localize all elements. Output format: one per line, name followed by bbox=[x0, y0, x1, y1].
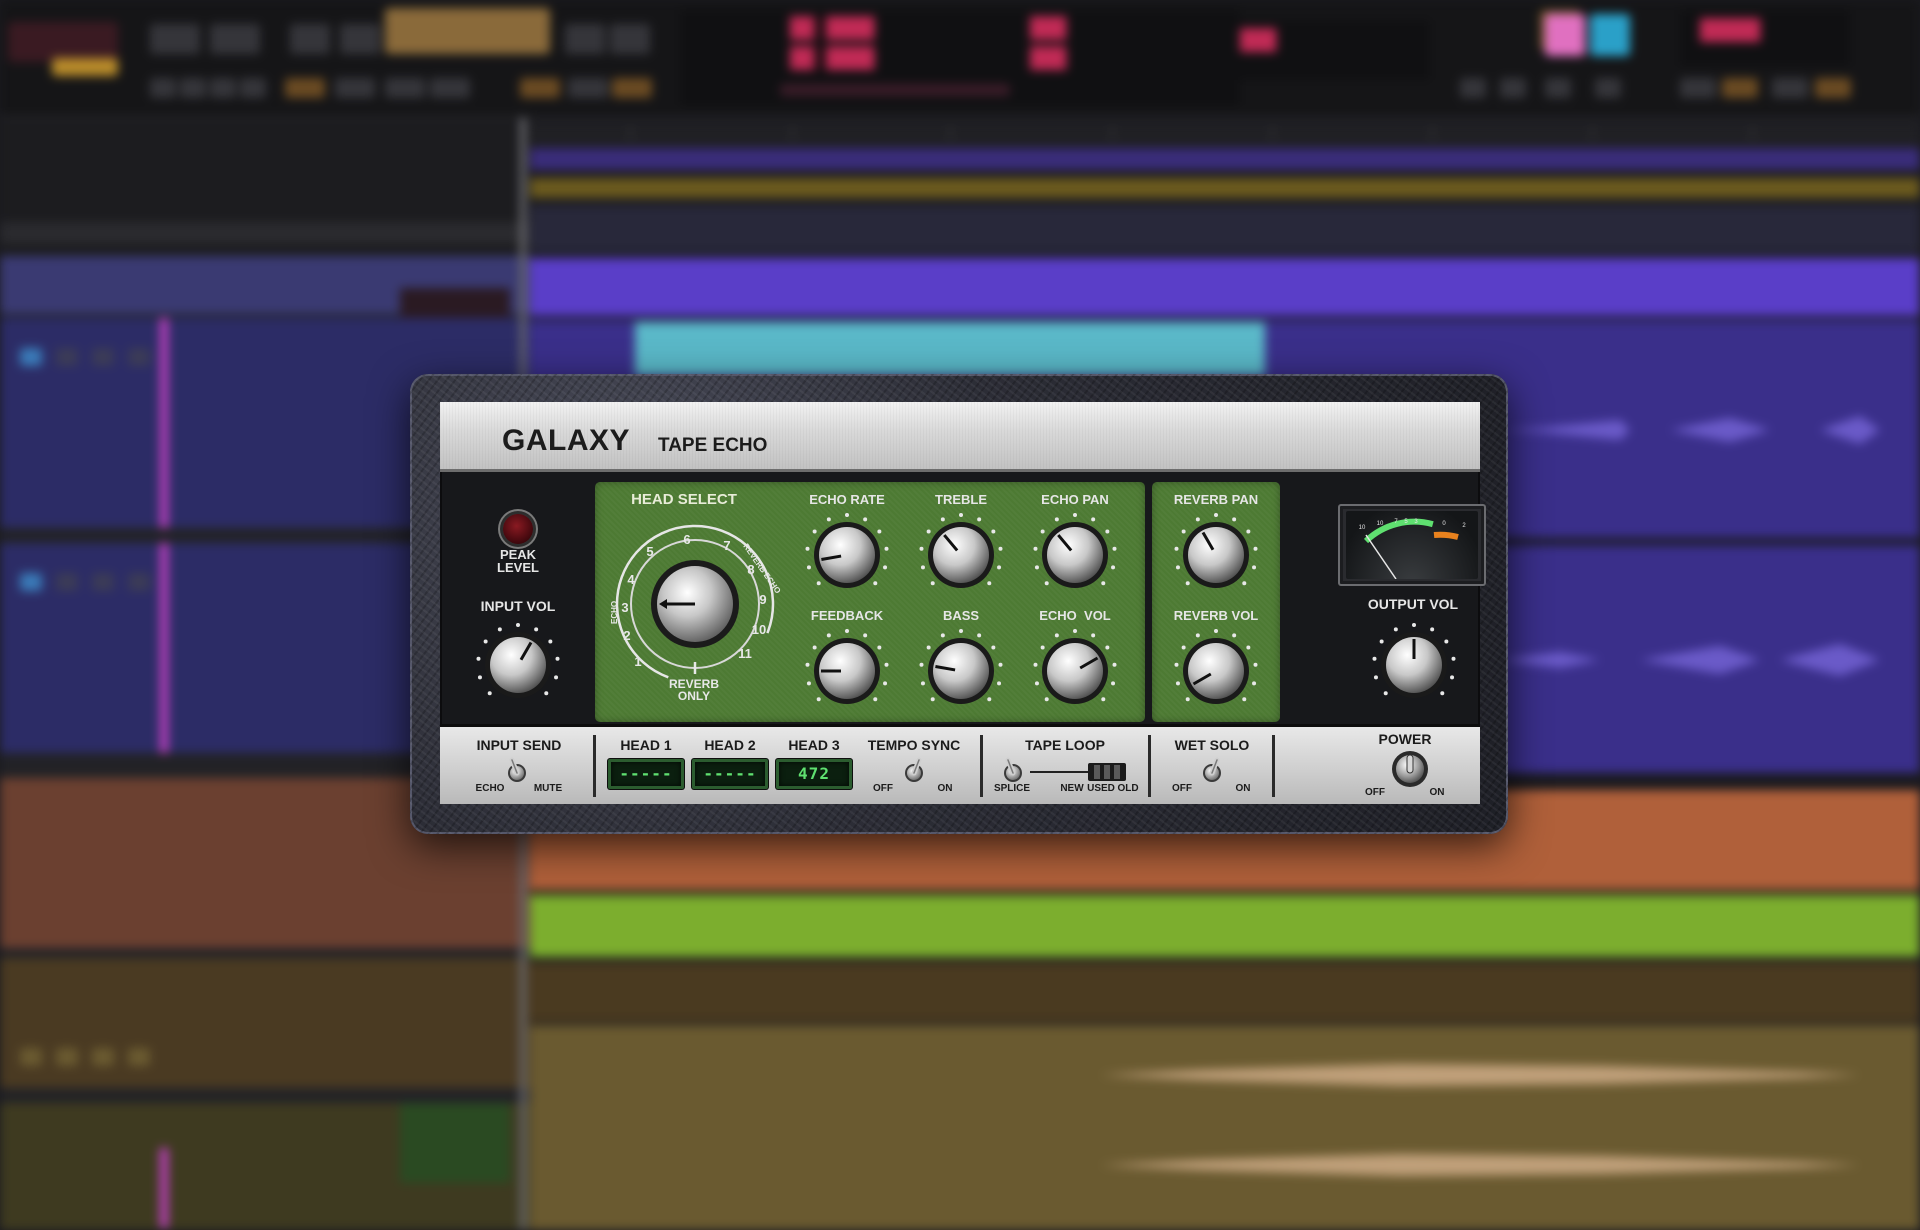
power-on-label: ON bbox=[1429, 787, 1445, 798]
treble-label: TREBLE bbox=[935, 492, 987, 507]
tape-loop-label: TAPE LOOP bbox=[1025, 737, 1105, 753]
timeline-ruler bbox=[530, 122, 1920, 144]
tape-loop-selector[interactable] bbox=[1030, 761, 1130, 783]
head2-display[interactable]: ----- bbox=[692, 759, 768, 789]
head-select-number: 4 bbox=[627, 572, 635, 587]
head1-display[interactable]: ----- bbox=[608, 759, 684, 789]
echo-rate-knob[interactable] bbox=[802, 510, 892, 600]
wet-solo-toggle[interactable] bbox=[1199, 755, 1225, 785]
head-select-label: HEAD SELECT bbox=[631, 491, 737, 508]
brand-subtitle: TAPE ECHO bbox=[658, 435, 768, 456]
reverb-vol-label: REVERB VOL bbox=[1173, 608, 1259, 623]
tape-old-label: OLD bbox=[1117, 783, 1139, 794]
head-select-number: 7 bbox=[723, 538, 730, 553]
head-select-number: 11 bbox=[738, 646, 752, 661]
bass-knob[interactable] bbox=[916, 626, 1006, 716]
svg-text:10: 10 bbox=[1377, 521, 1384, 527]
galaxy-tape-echo-plugin: GALAXY TAPE ECHO PEAK LEVEL INPUT VOL HE… bbox=[410, 374, 1508, 834]
treble-knob[interactable] bbox=[916, 510, 1006, 600]
tempo-sync-on-label: ON bbox=[937, 783, 953, 794]
head-select-number: 3 bbox=[621, 600, 628, 615]
reverb-only-label: REVERB ONLY bbox=[668, 677, 719, 703]
daw-toolbar: ██ ████ ██ ████ ███ ███ ███ █████ bbox=[0, 0, 1920, 118]
head-select-number: 10 bbox=[752, 622, 766, 637]
reverb-vol-knob[interactable] bbox=[1171, 626, 1261, 716]
head-select-number: 9 bbox=[759, 592, 766, 607]
echo-pan-label: ECHO PAN bbox=[1041, 492, 1109, 507]
svg-text:2: 2 bbox=[1462, 523, 1466, 529]
echo-pan-knob[interactable] bbox=[1030, 510, 1120, 600]
vu-meter: 10 10 7 5 3 0 2 bbox=[1338, 504, 1486, 586]
peak-level-label: PEAK LEVEL bbox=[497, 547, 539, 575]
tempo-sync-label: TEMPO SYNC bbox=[867, 737, 961, 753]
head-select-echo-label: ECHO bbox=[610, 601, 619, 624]
bass-label: BASS bbox=[942, 608, 980, 623]
input-vol-label: INPUT VOL bbox=[480, 598, 556, 614]
head3-display[interactable]: 472 bbox=[776, 759, 852, 789]
tape-new-label: NEW bbox=[1060, 783, 1084, 794]
feedback-knob[interactable] bbox=[802, 626, 892, 716]
bottom-control-strip: INPUT SEND ECHO MUTE HEAD 1 HEAD 2 HEAD … bbox=[440, 724, 1480, 804]
tape-used-label: USED bbox=[1087, 783, 1115, 794]
head2-label: HEAD 2 bbox=[704, 737, 756, 753]
plugin-faceplate: GALAXY TAPE ECHO PEAK LEVEL INPUT VOL HE… bbox=[440, 402, 1486, 804]
head-select-number: 6 bbox=[683, 532, 690, 547]
input-send-label: INPUT SEND bbox=[476, 737, 562, 753]
brand-name: GALAXY bbox=[502, 424, 631, 457]
reverb-pan-knob[interactable] bbox=[1171, 510, 1261, 600]
peak-level-led bbox=[503, 514, 533, 544]
input-vol-knob[interactable] bbox=[473, 620, 563, 710]
head-select-number: 2 bbox=[623, 628, 630, 643]
input-send-echo-label: ECHO bbox=[475, 783, 505, 794]
head3-label: HEAD 3 bbox=[788, 737, 840, 753]
head-select-number: 1 bbox=[634, 654, 641, 669]
vu-needle bbox=[1365, 534, 1397, 580]
tempo-sync-toggle[interactable] bbox=[901, 755, 927, 785]
head1-label: HEAD 1 bbox=[620, 737, 672, 753]
echo-vol-label: ECHO VOL bbox=[1039, 608, 1111, 623]
power-label: POWER bbox=[1378, 731, 1432, 747]
power-off-label: OFF bbox=[1365, 787, 1385, 798]
brand-bar: GALAXY TAPE ECHO bbox=[440, 402, 1480, 472]
wet-solo-label: WET SOLO bbox=[1174, 737, 1250, 753]
tape-splice-label: SPLICE bbox=[993, 783, 1031, 794]
reverb-pan-label: REVERB PAN bbox=[1173, 492, 1259, 507]
svg-text:0: 0 bbox=[1442, 521, 1446, 527]
tape-splice-toggle[interactable] bbox=[1000, 755, 1026, 785]
wet-solo-on-label: ON bbox=[1235, 783, 1251, 794]
echo-rate-label: ECHO RATE bbox=[809, 492, 885, 507]
svg-text:10: 10 bbox=[1359, 525, 1366, 531]
input-send-mute-label: MUTE bbox=[533, 783, 563, 794]
input-send-toggle[interactable] bbox=[504, 755, 530, 785]
echo-vol-knob[interactable] bbox=[1030, 626, 1120, 716]
wet-solo-off-label: OFF bbox=[1172, 783, 1192, 794]
head-select-dial[interactable]: 1 2 3 4 5 6 7 8 9 10 11 ECHO REVERB ECHO bbox=[605, 512, 785, 692]
output-vol-label: OUTPUT VOL bbox=[1367, 596, 1459, 612]
feedback-label: FEEDBACK bbox=[810, 608, 884, 623]
power-switch[interactable] bbox=[1390, 749, 1430, 789]
head-select-number: 5 bbox=[646, 544, 653, 559]
output-vol-knob[interactable] bbox=[1369, 620, 1459, 710]
tempo-sync-off-label: OFF bbox=[873, 783, 893, 794]
